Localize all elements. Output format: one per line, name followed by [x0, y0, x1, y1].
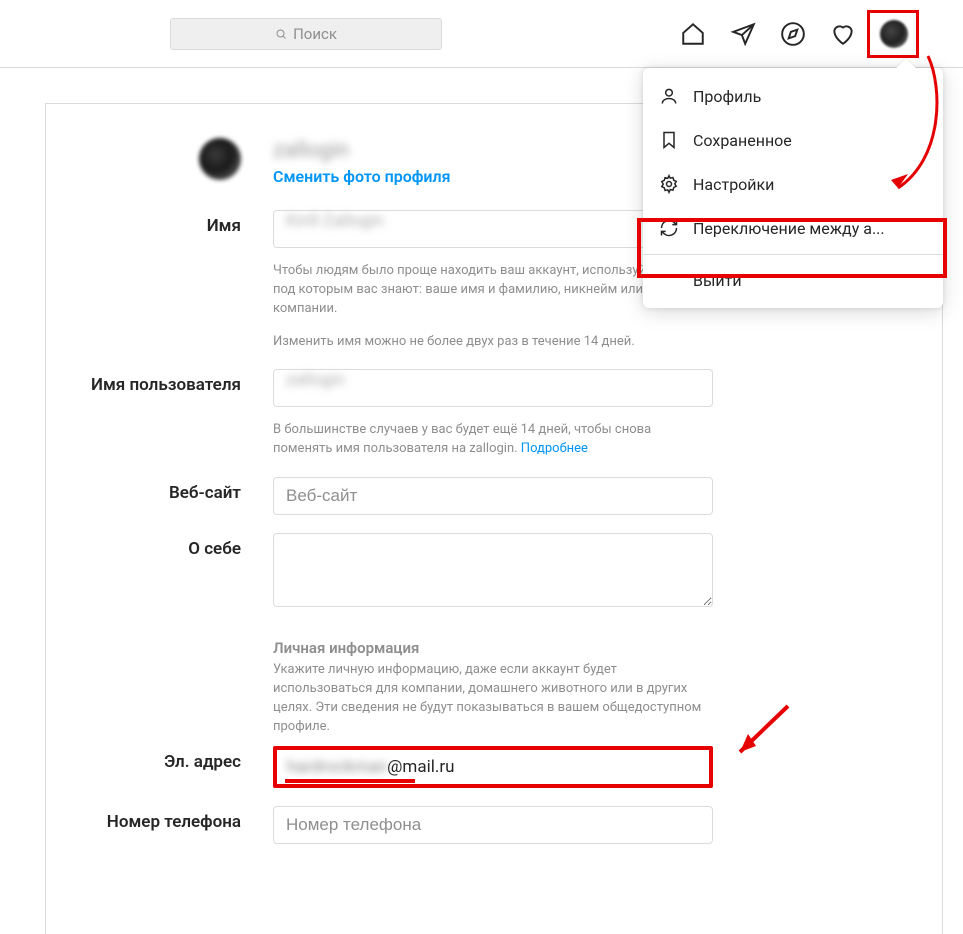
explore-icon[interactable] [780, 21, 806, 47]
annotation-avatar-highlight [867, 10, 919, 58]
gear-icon [659, 174, 679, 194]
dropdown-item-saved[interactable]: Сохраненное [643, 118, 943, 162]
personal-info-title: Личная информация [273, 639, 762, 657]
search-input[interactable]: Поиск [170, 18, 442, 50]
profile-avatar[interactable] [199, 138, 241, 180]
username-help: В большинстве случаев у вас будет ещё 14… [273, 421, 713, 459]
messages-icon[interactable] [730, 21, 756, 47]
name-label: Имя [46, 210, 241, 351]
dropdown-label: Настройки [693, 175, 774, 194]
personal-info-help: Укажите личную информацию, даже если акк… [273, 661, 713, 736]
name-help-2: Изменить имя можно не более двух раз в т… [273, 333, 713, 352]
dropdown-label: Профиль [693, 87, 761, 106]
profile-dropdown: Профиль Сохраненное Настройки Переключен… [643, 68, 943, 308]
home-icon[interactable] [680, 21, 706, 47]
dropdown-item-profile[interactable]: Профиль [643, 74, 943, 118]
dropdown-item-settings[interactable]: Настройки [643, 162, 943, 206]
profile-icon [659, 86, 679, 106]
annotation-email-underline [285, 779, 415, 783]
phone-input[interactable] [273, 806, 713, 844]
bio-textarea[interactable] [273, 533, 713, 607]
search-placeholder: Поиск [293, 25, 337, 43]
username-label: Имя пользователя [46, 369, 241, 459]
bio-label: О себе [46, 533, 241, 611]
website-label: Веб-сайт [46, 477, 241, 515]
learn-more-link[interactable]: Подробнее [521, 441, 588, 456]
activity-icon[interactable] [830, 21, 856, 47]
username-input[interactable]: zallogin [273, 369, 713, 407]
phone-label: Номер телефона [46, 806, 241, 844]
dropdown-label: Сохраненное [693, 131, 792, 150]
bookmark-icon [659, 130, 679, 150]
search-icon [275, 28, 287, 40]
email-label: Эл. адрес [46, 746, 241, 788]
website-input[interactable] [273, 477, 713, 515]
top-bar: Поиск [0, 0, 963, 68]
annotation-settings-highlight [637, 218, 947, 278]
